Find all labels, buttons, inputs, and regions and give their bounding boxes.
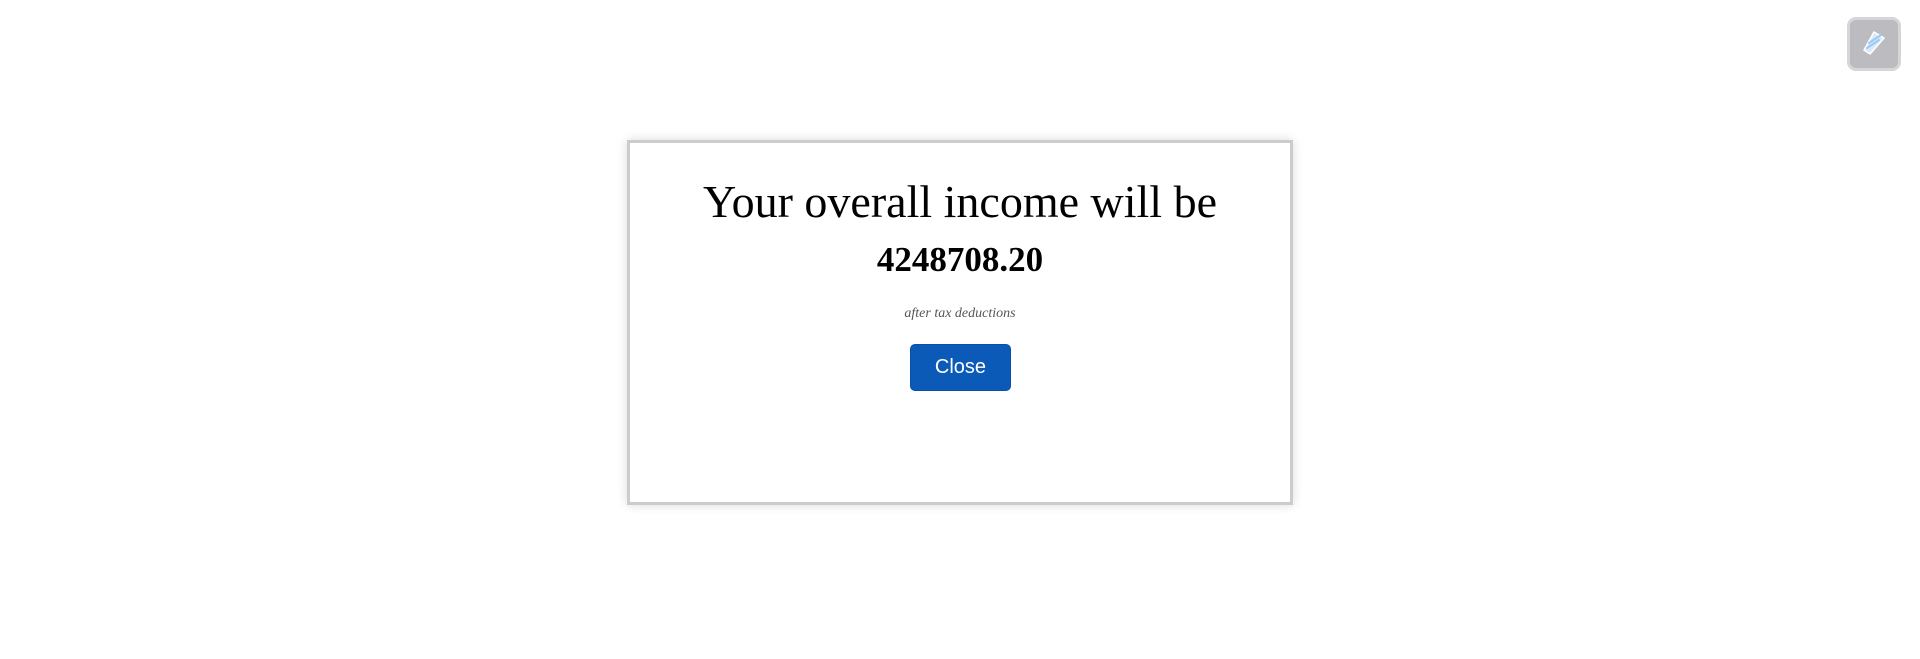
modal-title: Your overall income will be (702, 176, 1218, 227)
close-button[interactable]: Close (910, 344, 1011, 391)
extension-icon (1859, 29, 1889, 59)
income-value: 4248708.20 (876, 240, 1044, 279)
income-result-modal: Your overall income will be 4248708.20 a… (627, 140, 1293, 505)
income-note: after tax deductions (904, 306, 1016, 321)
extension-widget-button[interactable] (1847, 17, 1901, 71)
